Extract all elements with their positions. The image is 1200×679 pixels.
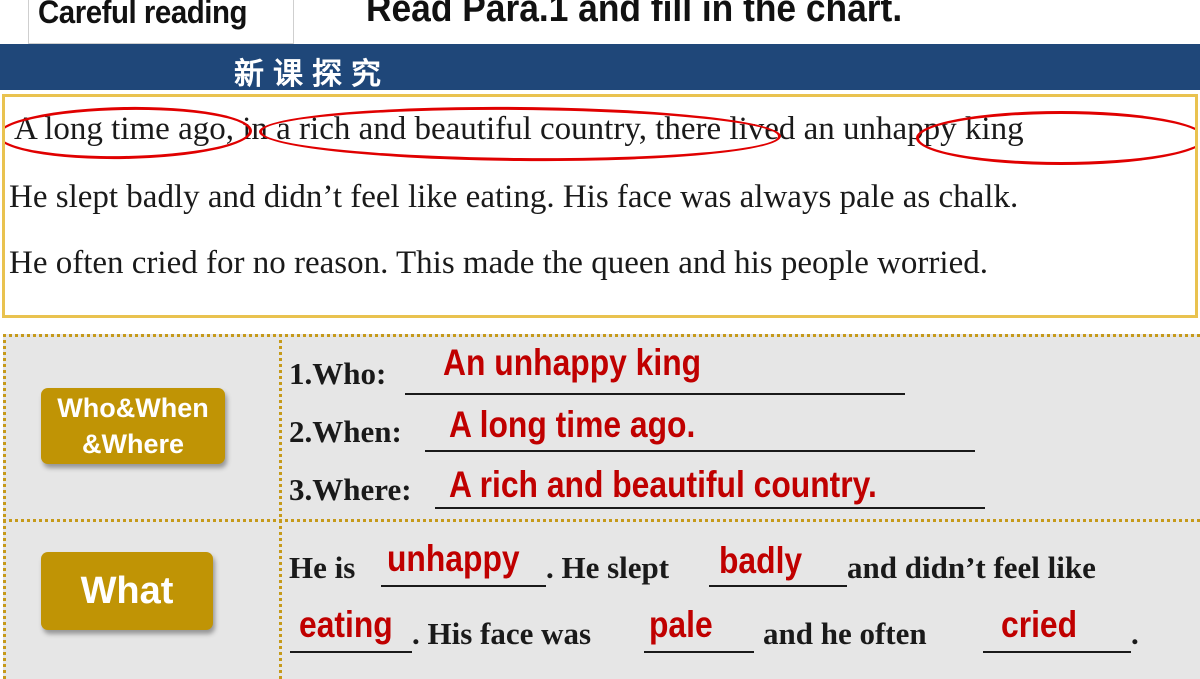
what-answer-1: unhappy: [387, 538, 520, 579]
what-blank-1: [381, 585, 546, 587]
where-answer: A rich and beautiful country.: [449, 464, 877, 505]
what-text-1: He is: [289, 550, 356, 585]
what-blank-3: [290, 651, 412, 653]
passage-line-2: He slept badly and didn’t feel like eati…: [9, 179, 1019, 215]
when-blank: [425, 450, 975, 452]
table-row-divider: [3, 519, 1200, 522]
banner-bar: [0, 44, 1200, 90]
what-answer-2: badly: [719, 540, 803, 581]
where-prompt: 3.Where:: [289, 472, 412, 507]
where-blank: [435, 507, 985, 509]
instruction-title: Read Para.1 and fill in the chart.: [366, 0, 903, 30]
what-answer-3: eating: [299, 604, 393, 645]
who-when-where-label: Who&When &Where: [41, 388, 225, 464]
what-text-6: .: [1131, 616, 1139, 651]
reading-passage: A long time ago, in a rich and beautiful…: [2, 94, 1198, 318]
what-text-4: . His face was: [412, 616, 592, 651]
what-blank-5: [983, 651, 1131, 653]
what-answer-5: cried: [1001, 604, 1078, 645]
when-prompt: 2.When:: [289, 414, 402, 449]
fill-in-chart: Who&When &Where 1.Who: An unhappy king 2…: [3, 334, 1200, 679]
what-answer-4: pale: [649, 604, 713, 645]
section-tag: Careful reading: [38, 0, 248, 30]
what-blank-4: [644, 651, 754, 653]
passage-line-3: He often cried for no reason. This made …: [9, 245, 988, 281]
table-border-top: [3, 334, 1200, 337]
what-label: What: [41, 552, 213, 630]
table-column-divider: [279, 334, 282, 679]
when-answer: A long time ago.: [449, 404, 696, 445]
who-prompt: 1.Who:: [289, 356, 387, 391]
what-blank-2: [709, 585, 847, 587]
highlight-who-ellipse: [916, 111, 1195, 165]
what-text-3: and didn’t feel like: [847, 550, 1096, 585]
who-blank: [405, 393, 905, 395]
what-text-5: and he often: [763, 616, 927, 651]
banner-title: 新课探究: [234, 57, 390, 92]
table-border-left: [3, 334, 6, 679]
what-text-2: . He slept: [546, 550, 670, 585]
who-answer: An unhappy king: [443, 342, 702, 383]
